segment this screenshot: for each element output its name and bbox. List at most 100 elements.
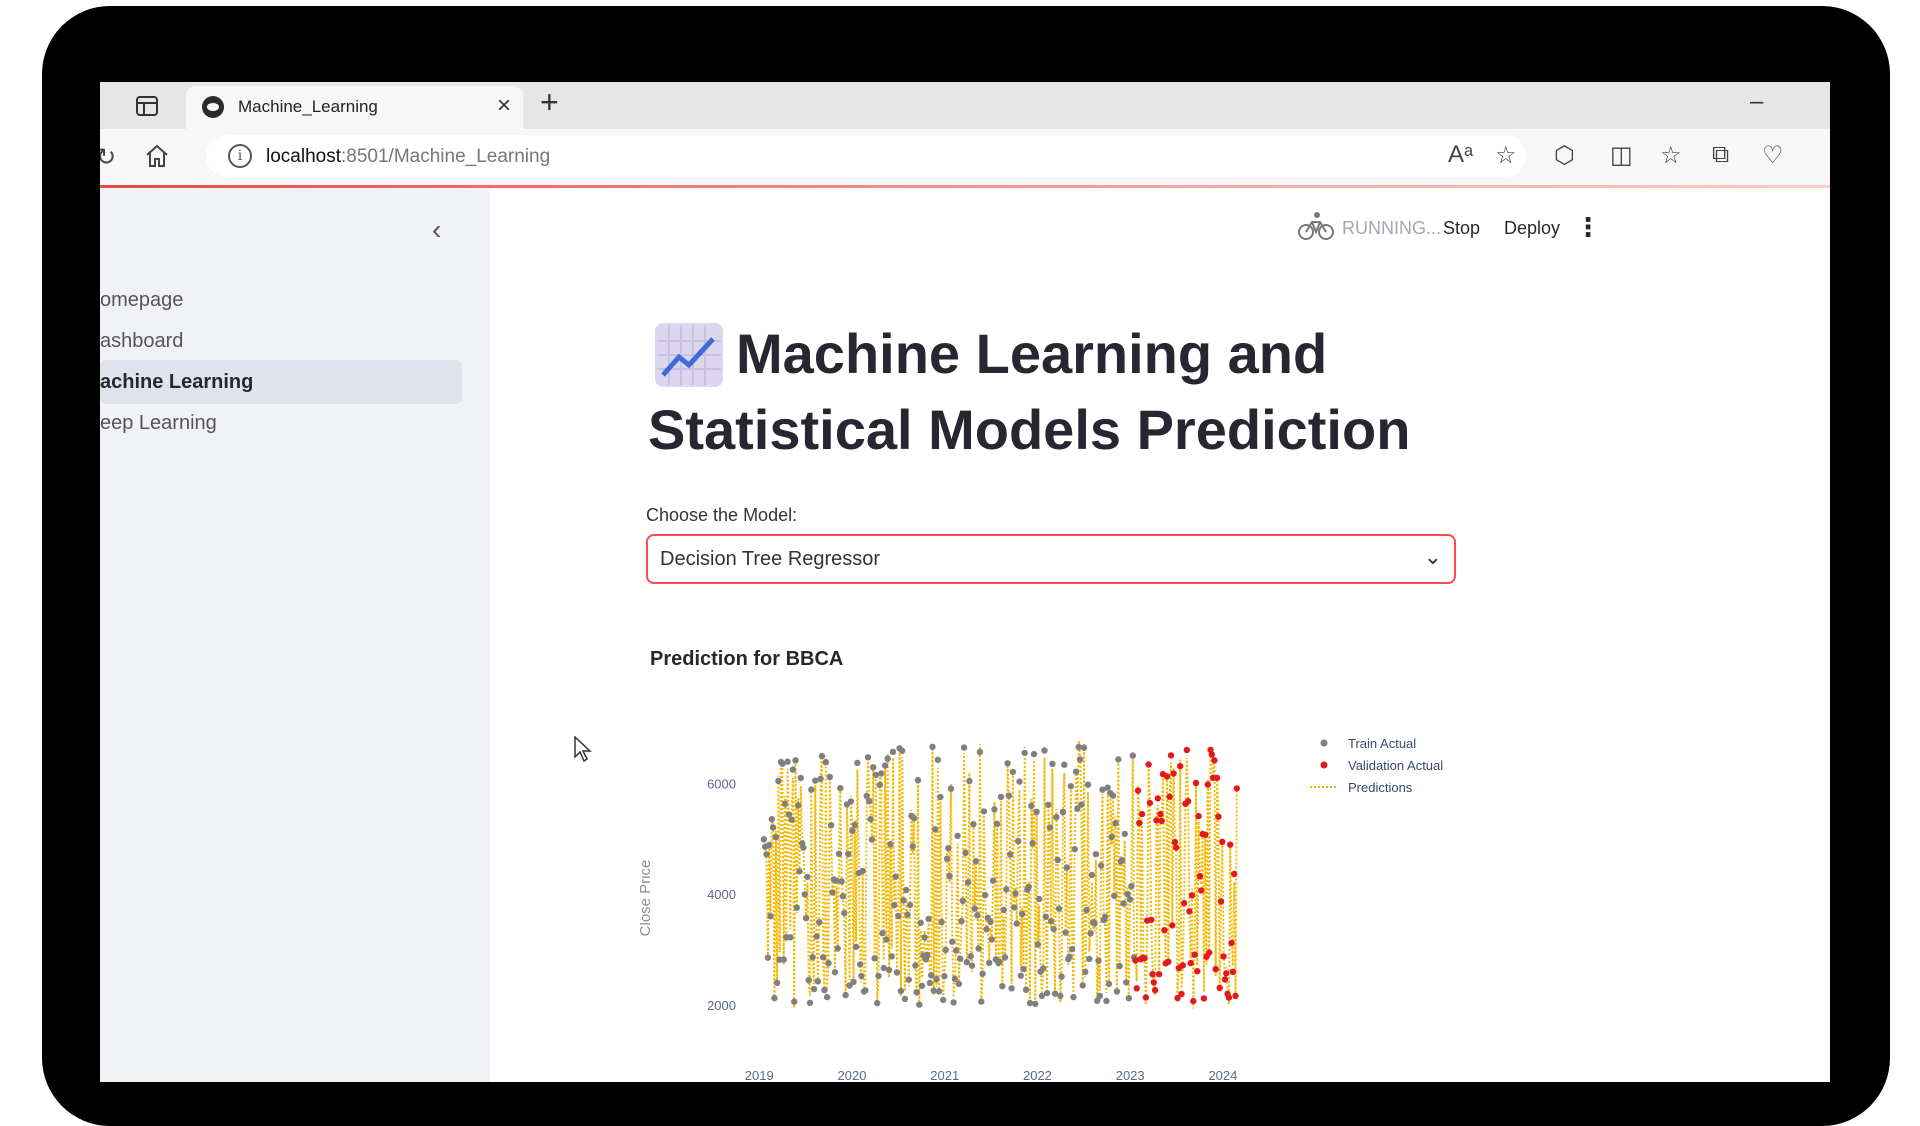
train-actual-point bbox=[1008, 985, 1015, 992]
validation-actual-point bbox=[1195, 812, 1202, 820]
train-actual-point bbox=[1066, 953, 1073, 960]
validation-actual-point bbox=[1198, 887, 1205, 894]
train-actual-point bbox=[939, 996, 947, 1004]
train-actual-point bbox=[1119, 857, 1126, 864]
train-actual-point bbox=[968, 962, 976, 969]
validation-actual-point bbox=[1228, 939, 1235, 947]
model-select[interactable]: Decision Tree Regressor ⌄ bbox=[646, 534, 1456, 584]
collections-icon[interactable]: ⧉ bbox=[1712, 141, 1729, 169]
train-actual-point bbox=[970, 821, 977, 828]
running-status: RUNNING... bbox=[1342, 218, 1441, 238]
reload-icon[interactable]: ↻ bbox=[100, 143, 116, 172]
train-actual-point bbox=[1116, 962, 1123, 970]
sidebar-item-deep-learning[interactable]: eep Learning bbox=[100, 401, 462, 445]
validation-actual-point bbox=[1155, 971, 1163, 978]
legend-label: Predictions bbox=[1348, 780, 1413, 795]
train-actual-point bbox=[943, 855, 951, 862]
train-actual-point bbox=[1003, 886, 1010, 893]
sidebar-item-dashboard[interactable]: ashboard bbox=[100, 319, 462, 363]
train-actual-point bbox=[937, 793, 944, 801]
train-actual-point bbox=[1097, 862, 1105, 869]
train-actual-point bbox=[888, 953, 895, 960]
tab-bar: Machine_Learning × + – bbox=[100, 82, 1830, 129]
collapse-sidebar-icon[interactable]: ‹ bbox=[432, 214, 441, 246]
train-actual-point bbox=[800, 844, 807, 851]
train-actual-point bbox=[979, 970, 986, 977]
train-actual-point bbox=[1032, 1000, 1039, 1008]
validation-actual-point bbox=[1133, 985, 1140, 992]
train-actual-point bbox=[789, 766, 797, 773]
train-actual-point bbox=[847, 798, 855, 805]
minimize-icon[interactable]: – bbox=[1750, 88, 1763, 116]
stop-button[interactable]: Stop bbox=[1443, 218, 1480, 239]
chart-title: Prediction for BBCA bbox=[650, 648, 844, 670]
validation-actual-point bbox=[1167, 752, 1175, 759]
train-actual-point bbox=[763, 851, 770, 858]
favorites-icon[interactable]: ☆ bbox=[1660, 141, 1682, 170]
info-icon[interactable]: i bbox=[228, 144, 252, 168]
train-actual-point bbox=[989, 877, 997, 884]
train-actual-point bbox=[808, 786, 815, 793]
train-actual-point bbox=[766, 841, 773, 849]
validation-actual-point bbox=[1225, 994, 1233, 1001]
train-actual-point bbox=[1033, 808, 1040, 815]
validation-actual-point bbox=[1221, 976, 1229, 983]
train-actual-point bbox=[971, 905, 978, 912]
train-actual-point bbox=[804, 873, 811, 881]
train-actual-point bbox=[1080, 744, 1088, 751]
url-field[interactable]: i localhost:8501/Machine_Learning bbox=[206, 135, 1526, 177]
sidebar-item-machine-learning[interactable]: achine Learning bbox=[100, 360, 462, 404]
browser-tab[interactable]: Machine_Learning × bbox=[186, 86, 523, 129]
deploy-button[interactable]: Deploy bbox=[1504, 218, 1560, 239]
prediction-chart[interactable]: 2000400060002019 2020 2021 2022 2023 2024 Clo… bbox=[640, 708, 1460, 1082]
train-actual-point bbox=[817, 775, 824, 782]
validation-actual-point bbox=[1217, 898, 1225, 905]
train-actual-point bbox=[914, 777, 922, 784]
train-actual-point bbox=[1126, 896, 1134, 903]
home-icon[interactable] bbox=[144, 143, 170, 169]
validation-actual-point bbox=[1136, 819, 1143, 827]
train-actual-point bbox=[978, 998, 985, 1005]
train-actual-point bbox=[834, 945, 841, 952]
train-actual-point bbox=[910, 815, 918, 822]
validation-actual-point bbox=[1231, 870, 1238, 878]
train-actual-point bbox=[1016, 778, 1023, 785]
validation-actual-point bbox=[1134, 787, 1142, 794]
read-aloud-icon[interactable]: Aᵃ bbox=[1448, 141, 1473, 169]
address-bar: ↻ i localhost:8501/Machine_Learning Aᵃ ☆… bbox=[100, 129, 1830, 188]
train-actual-point bbox=[953, 947, 960, 954]
validation-actual-point bbox=[1169, 922, 1176, 929]
validation-actual-point bbox=[1232, 992, 1239, 1000]
train-actual-point bbox=[1084, 781, 1092, 788]
train-actual-point bbox=[773, 979, 781, 986]
train-actual-point bbox=[875, 972, 882, 980]
train-actual-point bbox=[1022, 986, 1030, 993]
train-actual-point bbox=[925, 915, 932, 923]
train-actual-point bbox=[845, 850, 852, 858]
extensions-icon[interactable]: ⬡ bbox=[1554, 141, 1575, 170]
sidebar-item-homepage[interactable]: omepage bbox=[100, 278, 462, 322]
train-actual-point bbox=[1088, 871, 1096, 879]
train-actual-point bbox=[871, 955, 878, 962]
train-actual-point bbox=[883, 936, 890, 943]
url-text: localhost:8501/Machine_Learning bbox=[266, 146, 551, 167]
main-menu-icon[interactable]: ⋮ bbox=[1575, 212, 1601, 243]
train-actual-point bbox=[771, 994, 778, 1002]
train-actual-point bbox=[958, 917, 965, 925]
train-actual-point bbox=[1129, 752, 1136, 759]
browser-essentials-icon[interactable]: ♡ bbox=[1762, 141, 1784, 170]
train-actual-point bbox=[826, 773, 833, 781]
train-actual-point bbox=[997, 793, 1005, 801]
train-actual-point bbox=[881, 762, 889, 769]
train-actual-point bbox=[1076, 756, 1084, 763]
new-tab-icon[interactable]: + bbox=[540, 84, 559, 121]
split-screen-icon[interactable]: ◫ bbox=[1610, 141, 1633, 170]
favorite-star-icon[interactable]: ☆ bbox=[1495, 141, 1517, 170]
train-actual-point bbox=[801, 891, 808, 898]
train-actual-point bbox=[999, 983, 1006, 990]
tab-actions-icon[interactable] bbox=[134, 93, 160, 119]
train-actual-point bbox=[885, 966, 893, 974]
train-actual-point bbox=[1109, 792, 1117, 799]
close-tab-icon[interactable]: × bbox=[497, 92, 511, 120]
train-actual-point bbox=[918, 982, 926, 989]
